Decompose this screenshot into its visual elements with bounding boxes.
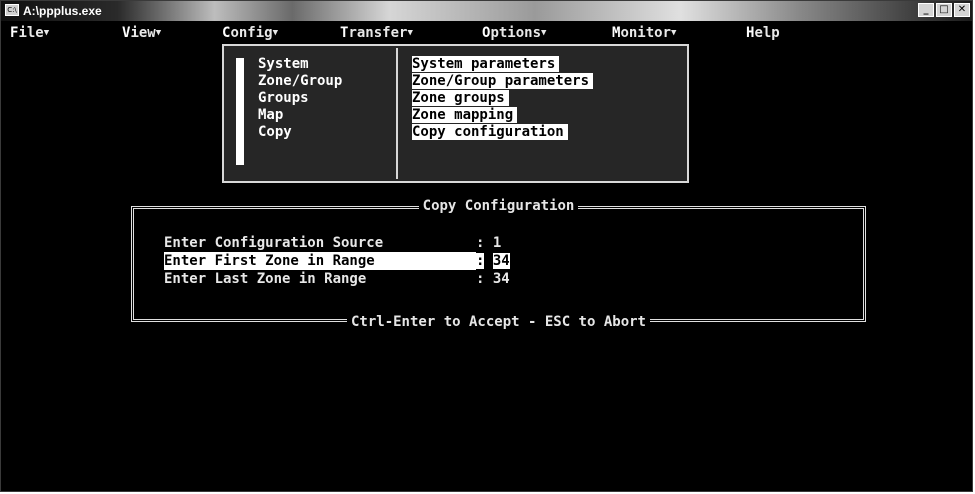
config-item-map[interactable]: Map: [258, 107, 283, 124]
field-last-zone-label: Enter Last Zone in Range: [164, 271, 367, 287]
field-first-zone-label: Enter First Zone in Range: [164, 252, 476, 270]
field-separator: :: [476, 271, 485, 287]
close-button[interactable]: ✕: [954, 3, 970, 17]
menu-options-label: ptions: [490, 25, 542, 41]
menu-view-label: iew: [130, 25, 156, 41]
menu-scroll-indicator: [236, 58, 244, 165]
config-item-groups[interactable]: Groups: [258, 90, 309, 107]
menu-view[interactable]: View▼: [122, 24, 161, 42]
config-desc-map[interactable]: Zone mapping: [412, 107, 518, 123]
dropdown-arrow-icon: ▼: [272, 28, 279, 38]
maximize-button[interactable]: □: [936, 3, 952, 17]
menu-transfer-label: ransfer: [348, 25, 408, 41]
menu-help[interactable]: Help: [746, 24, 780, 42]
menu-transfer[interactable]: Transfer▼: [340, 24, 413, 42]
config-item-copy[interactable]: Copy: [258, 124, 292, 141]
field-separator: :: [476, 235, 485, 251]
menu-config-label: onfig: [230, 25, 273, 41]
menu-config[interactable]: Config▼: [222, 24, 278, 42]
first-zone-input[interactable]: 34: [492, 253, 510, 269]
config-desc-groups[interactable]: Zone groups: [412, 90, 509, 106]
console-area: File▼ View▼ Config▼ Transfer▼ Options▼ M…: [4, 22, 969, 488]
menu-options[interactable]: Options▼: [482, 24, 546, 42]
app-window: C:\ A:\ppplus.exe _ □ ✕ File▼ View▼ Conf…: [0, 0, 973, 492]
field-config-source[interactable]: Enter Configuration Source: 1: [164, 234, 501, 252]
console-app-icon[interactable]: C:\: [5, 4, 19, 16]
menu-divider: [396, 48, 398, 179]
config-source-input[interactable]: 1: [493, 235, 501, 251]
dropdown-arrow-icon: ▼: [671, 28, 677, 38]
menu-file-label: ile: [18, 25, 44, 41]
window-controls: _ □ ✕: [918, 3, 970, 17]
config-desc-copy[interactable]: Copy configuration: [412, 124, 568, 140]
config-desc-system[interactable]: System parameters: [412, 56, 560, 72]
field-first-zone[interactable]: Enter First Zone in Range: 34: [164, 252, 510, 270]
config-dropdown-menu: System Zone/Group Groups Map Copy System…: [222, 44, 689, 183]
dropdown-arrow-icon: ▼: [155, 28, 162, 38]
config-item-zone-group[interactable]: Zone/Group: [258, 73, 342, 90]
menu-monitor[interactable]: Monitor▼: [612, 24, 676, 42]
dropdown-arrow-icon: ▼: [541, 28, 547, 38]
dialog-title: Copy Configuration: [134, 197, 863, 215]
menu-help-label: elp: [754, 25, 780, 41]
field-separator: :: [476, 253, 485, 269]
dropdown-arrow-icon: ▼: [407, 28, 413, 38]
last-zone-input[interactable]: 34: [493, 271, 510, 287]
field-last-zone[interactable]: Enter Last Zone in Range: 34: [164, 270, 510, 288]
menu-monitor-label: onitor: [620, 25, 672, 41]
config-item-system[interactable]: System: [258, 56, 309, 73]
window-title: A:\ppplus.exe: [23, 4, 102, 18]
copy-configuration-dialog: Copy Configuration Enter Configuration S…: [131, 198, 866, 330]
field-config-source-label: Enter Configuration Source: [164, 235, 384, 251]
dialog-footer: Ctrl-Enter to Accept - ESC to Abort: [134, 313, 863, 331]
dialog-title-text: Copy Configuration: [418, 198, 579, 214]
dialog-footer-text: Ctrl-Enter to Accept - ESC to Abort: [346, 314, 650, 330]
menu-file[interactable]: File▼: [10, 24, 49, 42]
title-bar[interactable]: C:\ A:\ppplus.exe _ □ ✕: [1, 1, 972, 21]
minimize-button[interactable]: _: [918, 3, 934, 17]
dropdown-arrow-icon: ▼: [43, 28, 50, 38]
config-desc-zone-group[interactable]: Zone/Group parameters: [412, 73, 594, 89]
